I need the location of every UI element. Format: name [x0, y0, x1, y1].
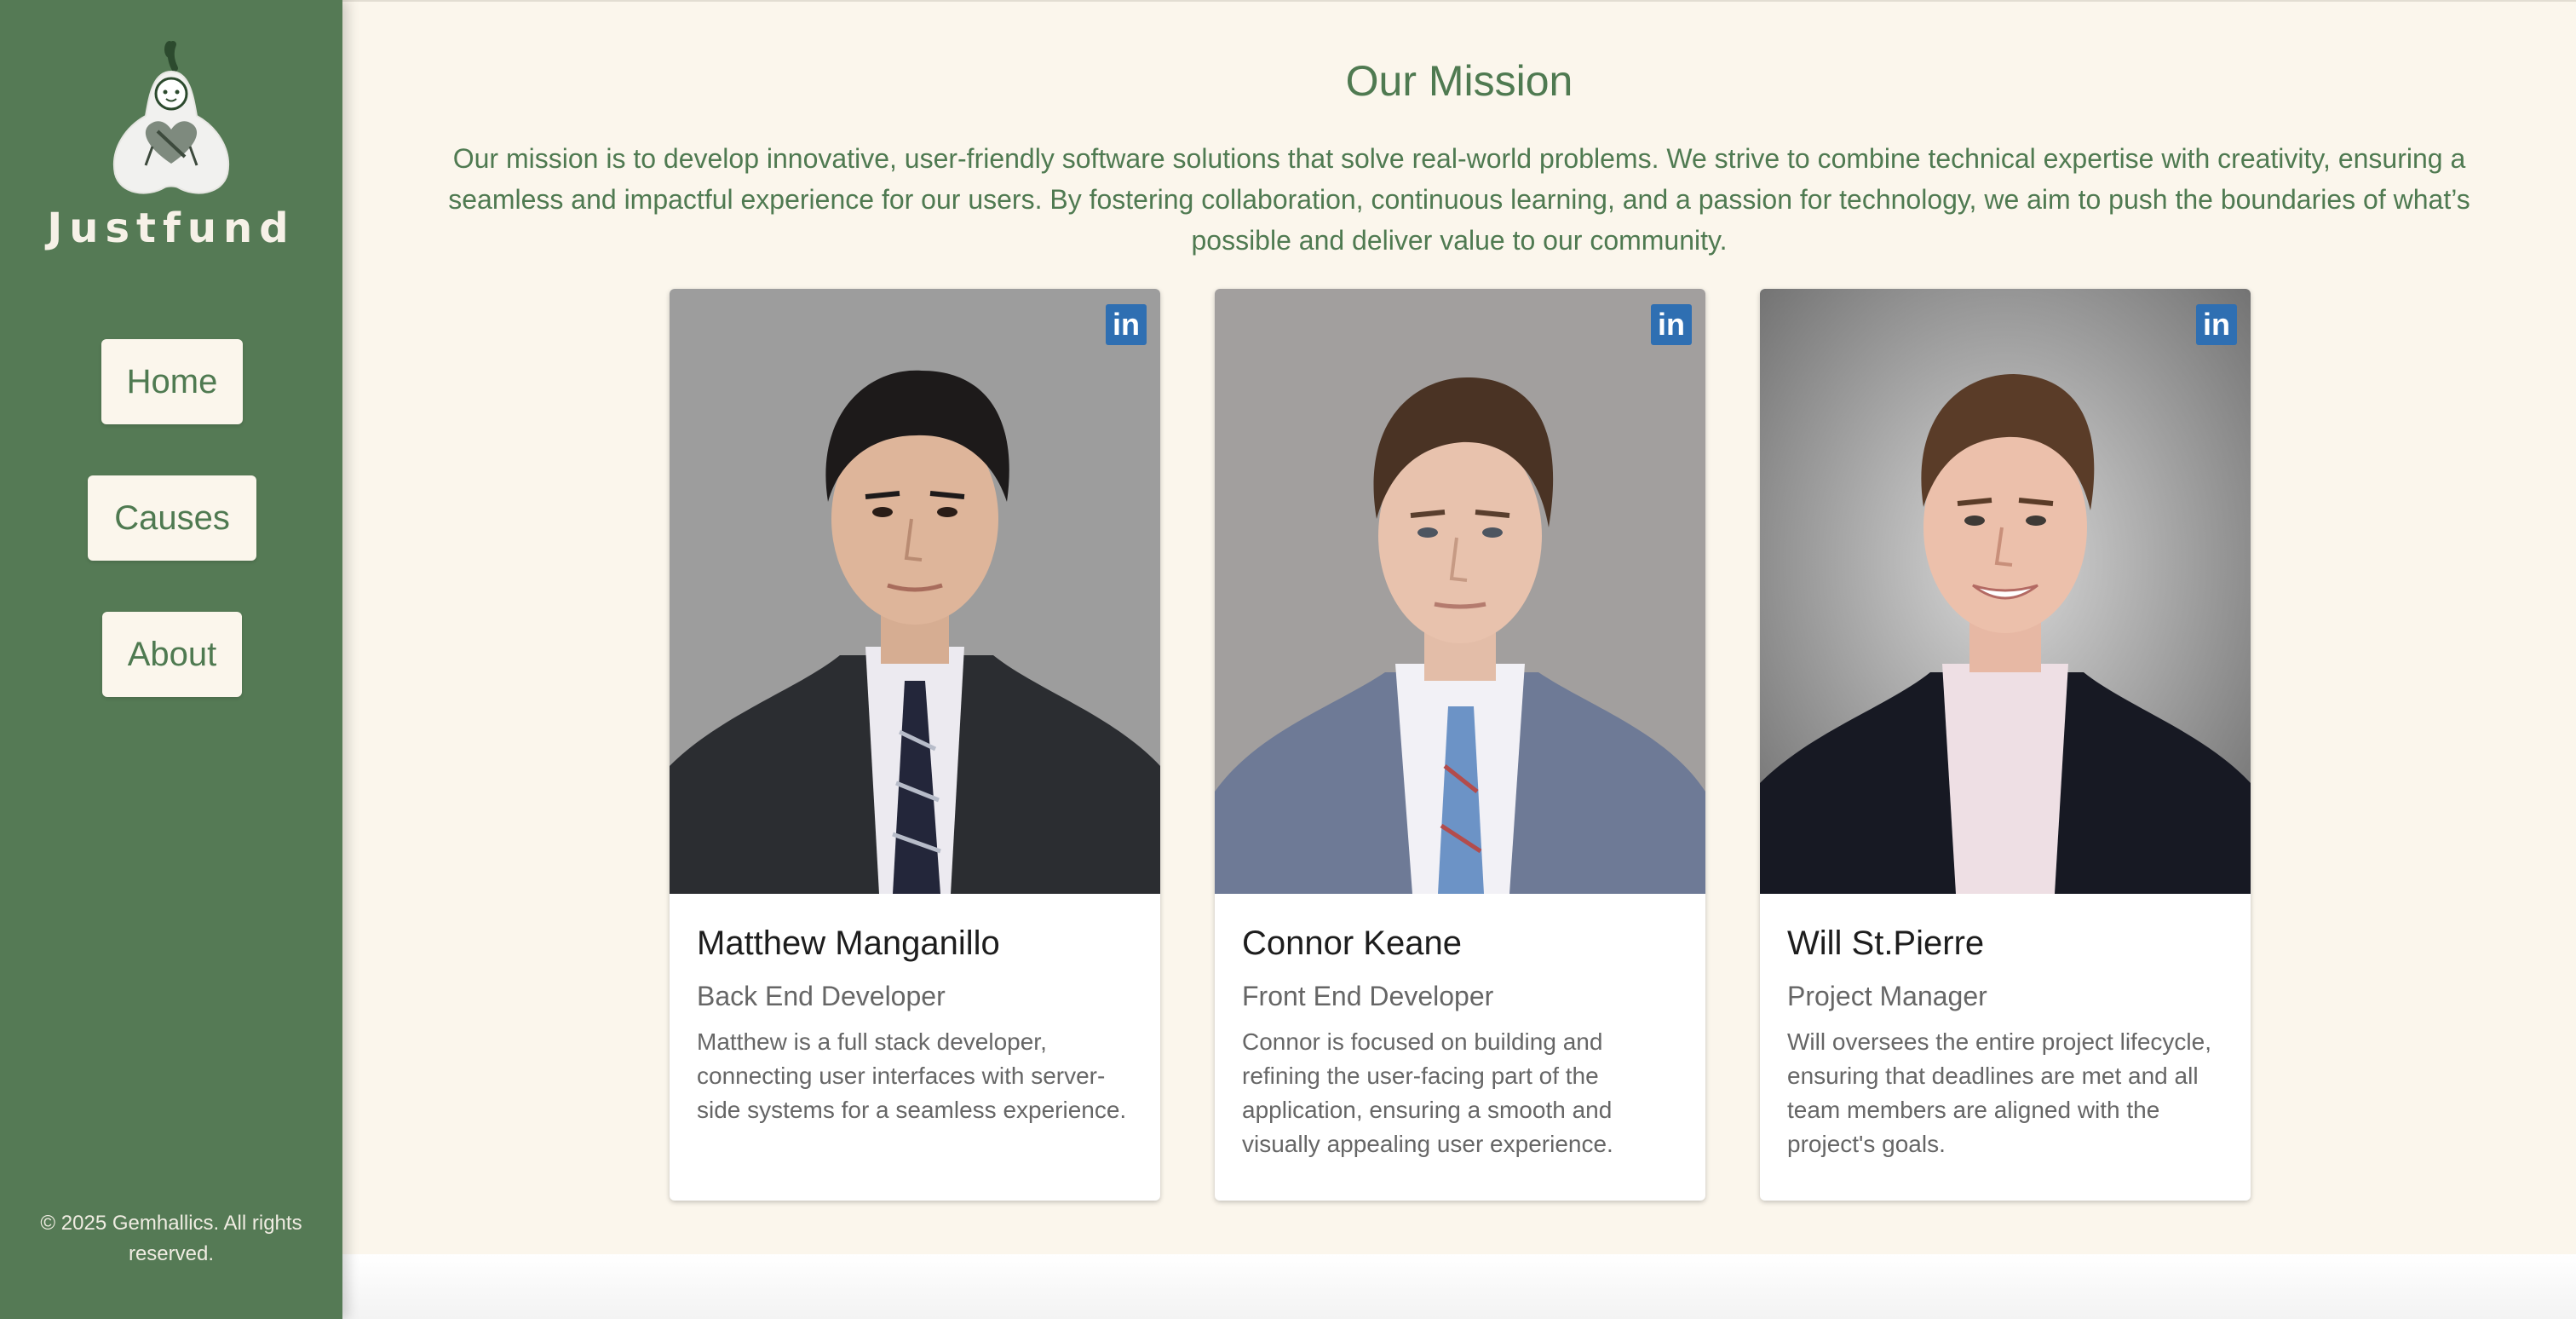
- member-description: Matthew is a full stack developer, conne…: [697, 1028, 1127, 1123]
- nav-home-button[interactable]: Home: [101, 339, 243, 424]
- team-photo: in: [670, 289, 1160, 894]
- member-name: Connor Keane: [1242, 924, 1462, 962]
- member-description: Connor is focused on building and refini…: [1242, 1028, 1613, 1157]
- member-name: Will St.Pierre: [1787, 924, 1985, 962]
- linkedin-icon[interactable]: in: [1651, 304, 1692, 345]
- member-description: Will oversees the entire project lifecyc…: [1787, 1028, 2211, 1157]
- member-role: Project Manager: [1787, 981, 1987, 1011]
- page-title: Our Mission: [1345, 57, 1573, 105]
- nav-about-button[interactable]: About: [102, 612, 242, 697]
- team-photo: in: [1760, 289, 2251, 894]
- member-name: Matthew Manganillo: [697, 924, 1000, 962]
- brand-name: Justfund: [47, 204, 296, 252]
- mission-statement: Our mission is to develop innovative, us…: [448, 143, 2470, 256]
- main-content: Our Mission Our mission is to develop in…: [342, 0, 2576, 1254]
- page-footer-strip: [342, 1254, 2576, 1319]
- copyright-text: © 2025 Gemhallics. All rights reserved.: [40, 1212, 302, 1265]
- member-role: Front End Developer: [1242, 981, 1494, 1011]
- team-card: in Connor Keane Front End Developer Conn…: [1215, 289, 1705, 1201]
- team-photo: in: [1215, 289, 1705, 894]
- sidebar: Justfund Home Causes About © 2025 Gemhal…: [0, 0, 342, 1319]
- app-window: Justfund Home Causes About © 2025 Gemhal…: [0, 0, 2576, 1319]
- portrait-image: [670, 289, 1160, 894]
- logo[interactable]: [0, 37, 342, 199]
- team-card: in Will St.Pierre Project Manager Will o…: [1760, 289, 2251, 1201]
- linkedin-icon[interactable]: in: [1106, 304, 1147, 345]
- linkedin-icon[interactable]: in: [2196, 304, 2237, 345]
- portrait-image: [1760, 289, 2251, 894]
- pear-logo-icon: [112, 41, 230, 194]
- portrait-image: [1215, 289, 1705, 894]
- member-role: Back End Developer: [697, 981, 946, 1011]
- team-card: in Matthew Manganillo Back End Developer…: [670, 289, 1160, 1201]
- nav-causes-button[interactable]: Causes: [88, 475, 256, 561]
